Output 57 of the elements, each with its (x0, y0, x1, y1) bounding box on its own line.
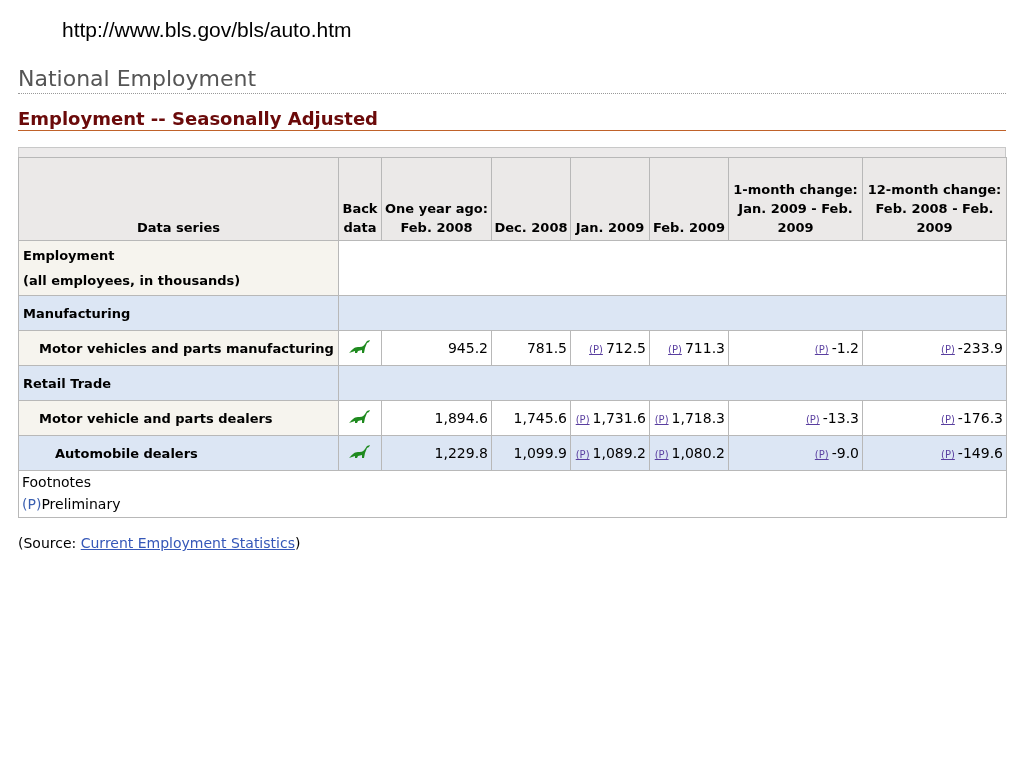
cell-value: 1,080.2 (671, 445, 725, 461)
row-label: Automobile dealers (55, 445, 198, 461)
source-link[interactable]: Current Employment Statistics (80, 535, 295, 551)
source-suffix: ) (294, 535, 301, 551)
column-header: Dec. 2008 (491, 157, 571, 241)
cell-value: -149.6 (957, 445, 1003, 461)
cell-value: 711.3 (684, 340, 725, 356)
row-label: Motor vehicle and parts dealers (39, 410, 273, 426)
row-label: Retail Trade (23, 375, 111, 391)
cell-value: -9.0 (831, 445, 859, 461)
cell-value: 1,089.2 (592, 445, 646, 461)
cell-value: 1,894.6 (434, 410, 488, 426)
row-label: Motor vehicles and parts manufacturing (39, 340, 334, 356)
dinosaur-icon[interactable] (349, 409, 371, 424)
footnote-link[interactable]: (P) (654, 414, 669, 425)
cell-value: 712.5 (605, 340, 646, 356)
row-label: Employment (23, 248, 115, 263)
cell-value: 781.5 (526, 340, 567, 356)
column-header: Back data (338, 157, 382, 241)
cell-value: 1,099.9 (513, 445, 567, 461)
footnote-link[interactable]: (P) (805, 414, 820, 425)
column-header: Feb. 2009 (649, 157, 729, 241)
footnote-link[interactable]: (P) (941, 449, 955, 460)
footnote-link[interactable]: (P) (941, 414, 955, 425)
dinosaur-icon[interactable] (349, 444, 371, 459)
row-label: Manufacturing (23, 305, 131, 321)
row-detail: (all employees, in thousands) (23, 273, 241, 288)
column-header: Data series (18, 157, 339, 241)
dinosaur-icon[interactable] (349, 339, 371, 354)
footnote-link[interactable]: (P) (668, 344, 682, 355)
column-header: One year ago: Feb. 2008 (381, 157, 492, 241)
page-title: National Employment (18, 66, 1006, 94)
footnote-link[interactable]: (P) (575, 414, 590, 425)
footnote-link[interactable]: (P) (589, 344, 603, 355)
footnote-text: Preliminary (41, 496, 121, 512)
cell-value: -176.3 (957, 410, 1003, 426)
cell-value: 1,229.8 (434, 445, 488, 461)
cell-value: -13.3 (822, 410, 859, 426)
cell-value: -233.9 (957, 340, 1003, 356)
cell-value: -1.2 (831, 340, 859, 356)
cell-value: 1,745.6 (513, 410, 567, 426)
section-title: Employment -- Seasonally Adjusted (18, 108, 1006, 131)
cell-value: 1,718.3 (671, 410, 725, 426)
footnote-link[interactable]: (P) (814, 344, 829, 355)
column-header: Jan. 2009 (570, 157, 650, 241)
url-text: http://www.bls.gov/bls/auto.htm (61, 17, 353, 43)
footnote-link[interactable]: (P) (654, 449, 669, 460)
footnote-link[interactable]: (P) (814, 449, 829, 460)
column-header: 1-month change: Jan. 2009 - Feb. 2009 (728, 157, 863, 241)
source-prefix: (Source: (18, 535, 78, 551)
cell-value: 945.2 (447, 340, 488, 356)
cell-value: 1,731.6 (592, 410, 646, 426)
footnote-link[interactable]: (P) (941, 344, 955, 355)
footnote-link[interactable]: (P) (575, 449, 590, 460)
footnote-mark: (P) (22, 496, 42, 512)
column-header: 12-month change: Feb. 2008 - Feb. 2009 (862, 157, 1007, 241)
footnotes-title: Footnotes (22, 473, 92, 492)
